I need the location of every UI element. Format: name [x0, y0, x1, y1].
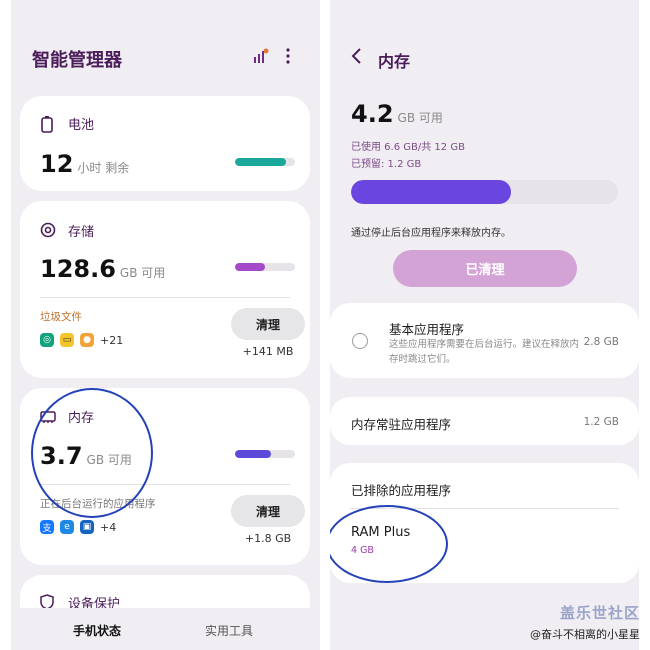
storage-label: 存储 — [68, 225, 95, 240]
junk-files-label: 垃圾文件 — [40, 311, 82, 323]
app-icon-video: ▭ — [60, 333, 74, 347]
memory-used: 已使用 6.6 GB/共 12 GB — [351, 142, 465, 153]
memory-usage-bar — [351, 180, 618, 204]
basic-apps-title: 基本应用程序 — [389, 322, 465, 337]
storage-unit: GB 可用 — [119, 266, 166, 280]
junk-app-count: +21 — [100, 333, 124, 347]
battery-unit: 小时 剩余 — [77, 161, 130, 175]
excluded-apps-title: 已排除的应用程序 — [351, 483, 452, 498]
smart-manager-panel: 智能管理器 电池 12 小时 剩余 存储 128.6 GB 可用 垃圾文件 ◎ … — [11, 0, 320, 650]
junk-apps-row: ◎ ▭ ● +21 — [40, 333, 123, 347]
app-icon-browser: e — [60, 520, 74, 534]
background-apps-row: 支 e ▣ +4 — [40, 520, 116, 534]
memory-note: 通过停止后台应用程序来释放内存。 — [351, 228, 511, 239]
storage-clean-button[interactable]: 清理 — [231, 308, 305, 340]
annotation-circle — [330, 505, 448, 583]
storage-available: 128.6 — [40, 255, 116, 283]
signal-chart-icon[interactable] — [253, 48, 269, 68]
battery-label: 电池 — [68, 118, 95, 133]
watermark-logo-text: 盖乐世社区 — [559, 604, 640, 622]
bottom-navigation: 手机状态 实用工具 — [11, 608, 320, 650]
select-radio[interactable] — [352, 333, 368, 349]
battery-hours: 12 — [40, 150, 74, 178]
app-icon-alipay: 支 — [40, 520, 54, 534]
storage-card[interactable]: 存储 128.6 GB 可用 垃圾文件 ◎ ▭ ● +21 清理 +141 MB — [20, 201, 310, 378]
resident-apps-title: 内存常驻应用程序 — [351, 417, 452, 432]
tab-utilities[interactable]: 实用工具 — [205, 622, 253, 639]
battery-card[interactable]: 电池 12 小时 剩余 — [20, 96, 310, 191]
battery-icon — [40, 115, 56, 133]
memory-detail-panel: 内存 4.2 GB 可用 已使用 6.6 GB/共 12 GB 已预留: 1.2 … — [330, 0, 639, 650]
cleaned-button[interactable]: 已清理 — [393, 250, 577, 287]
annotation-circle — [31, 388, 153, 518]
storage-bar — [235, 263, 295, 271]
storage-icon — [40, 222, 56, 240]
memory-clean-size: +1.8 GB — [244, 532, 292, 545]
memory-available: 4.2 — [351, 100, 394, 128]
memory-bar — [235, 450, 295, 458]
watermark-author: @奋斗不相离的小星星 — [530, 628, 640, 641]
page-title: 内存 — [378, 52, 411, 71]
status-bar — [11, 0, 320, 8]
app-icon-telecom: ◎ — [40, 333, 54, 347]
divider — [40, 297, 290, 298]
resident-apps-size: 1.2 GB — [583, 416, 619, 428]
storage-clean-size: +141 MB — [242, 345, 294, 358]
more-options-icon[interactable] — [285, 48, 291, 68]
background-app-count: +4 — [100, 520, 117, 534]
back-arrow-icon[interactable] — [350, 46, 362, 70]
resident-apps-card[interactable]: 内存常驻应用程序 1.2 GB — [330, 397, 639, 445]
basic-apps-size: 2.8 GB — [583, 336, 619, 348]
app-icon-mascot: ● — [80, 333, 94, 347]
memory-clean-button[interactable]: 清理 — [231, 495, 305, 527]
basic-apps-card[interactable]: 基本应用程序 这些应用程序需要在后台运行。建议在释放内存时跳过它们。 2.8 G… — [330, 303, 639, 378]
app-icon-remote: ▣ — [80, 520, 94, 534]
memory-unit: GB 可用 — [397, 111, 443, 125]
basic-apps-desc: 这些应用程序需要在后台运行。建议在释放内存时跳过它们。 — [389, 339, 580, 365]
battery-bar — [235, 158, 295, 166]
page-title: 智能管理器 — [32, 50, 122, 71]
tab-phone-status[interactable]: 手机状态 — [73, 622, 121, 639]
memory-reserved: 已预留: 1.2 GB — [351, 159, 422, 170]
